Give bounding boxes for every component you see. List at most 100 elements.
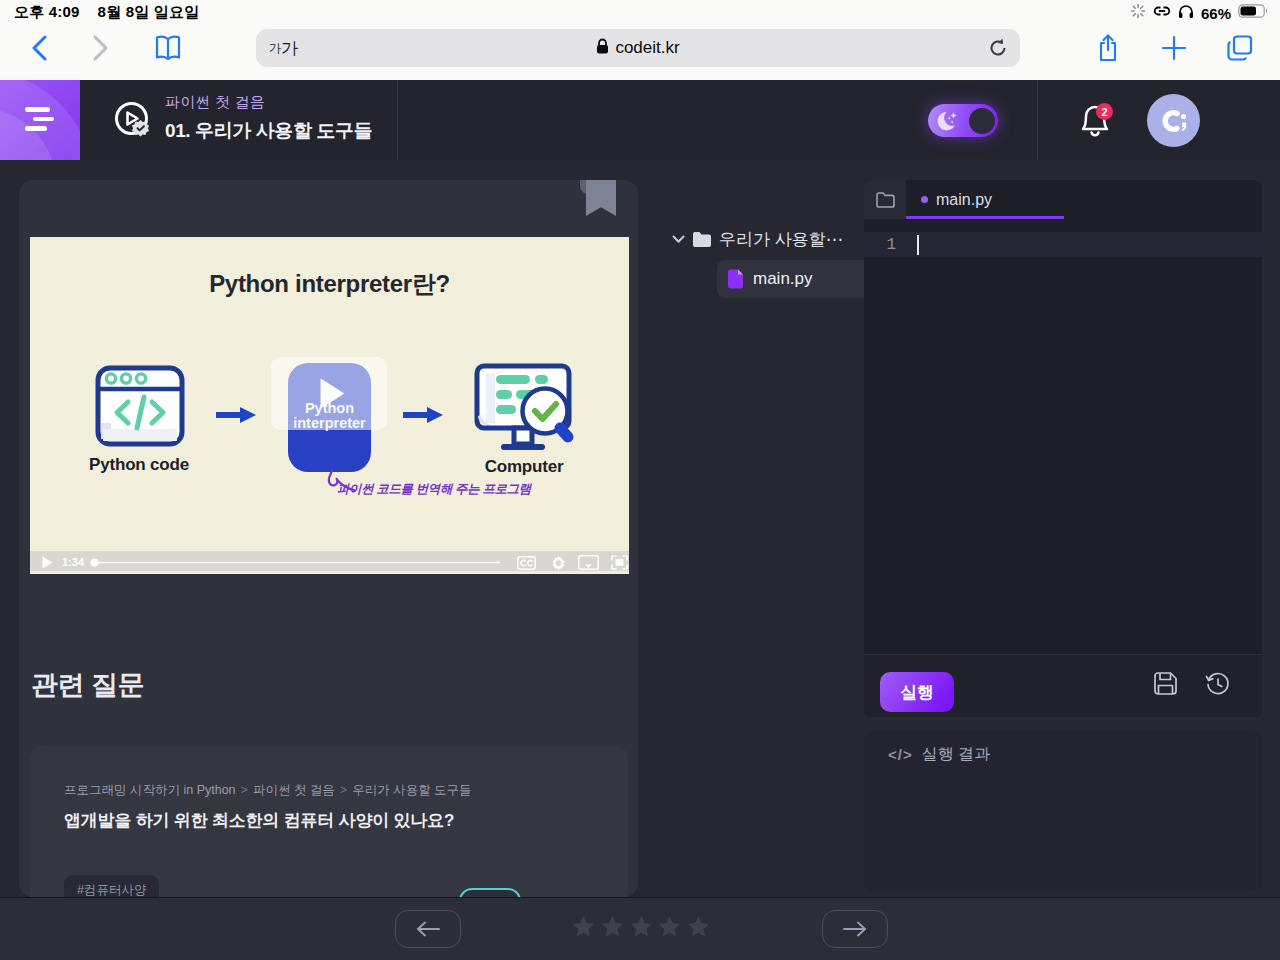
notification-badge: 2 bbox=[1096, 103, 1113, 120]
editor-tab-bar: main.py bbox=[864, 180, 1262, 219]
computer-label: Computer bbox=[454, 457, 594, 477]
play-button[interactable] bbox=[42, 556, 53, 569]
star-icon[interactable] bbox=[570, 914, 597, 941]
interpreter-annotation: 파이썬 코드를 번역해 주는 프로그램 bbox=[337, 481, 557, 498]
bookmarks-button[interactable] bbox=[152, 32, 184, 64]
profile-avatar[interactable] bbox=[1147, 94, 1200, 147]
url-text: codeit.kr bbox=[615, 38, 679, 58]
breadcrumb-chapter: 파이썬 첫 걸음 bbox=[253, 783, 335, 797]
code-editing-area[interactable] bbox=[864, 219, 1262, 654]
chevron-down-icon bbox=[672, 235, 685, 244]
breadcrumb-lesson: 우리가 사용할 도구들 bbox=[352, 783, 471, 797]
python-code-label: Python code bbox=[59, 455, 219, 475]
next-lesson-button[interactable] bbox=[822, 910, 888, 948]
codeit-logo-icon bbox=[1159, 107, 1189, 135]
safari-chrome: 오후 4:09 8월 8일 일요일 bbox=[0, 0, 1280, 80]
breadcrumb-separator: > bbox=[340, 783, 347, 797]
related-questions-heading: 관련 질문 bbox=[31, 667, 144, 703]
battery-percent: 66% bbox=[1201, 5, 1231, 22]
question-card[interactable]: 프로그래밍 시작하기 in Python > 파이썬 첫 걸음 > 우리가 사용할 도구… bbox=[30, 746, 628, 906]
sidebar-menu-button[interactable] bbox=[0, 80, 80, 160]
breadcrumb-course: 프로그래밍 시작하기 in Python bbox=[64, 783, 236, 797]
editor-tab-label: main.py bbox=[936, 191, 992, 209]
folder-icon bbox=[692, 231, 712, 248]
star-icon[interactable] bbox=[628, 914, 655, 941]
url-bar[interactable]: 가가 codeit.kr bbox=[256, 29, 1020, 67]
file-name: main.py bbox=[753, 269, 813, 289]
lesson-title: 01. 우리가 사용할 도구들 bbox=[165, 118, 372, 144]
video-controls: 1:34 bbox=[30, 551, 629, 574]
back-button[interactable] bbox=[24, 32, 56, 64]
tabs-button[interactable] bbox=[1224, 32, 1256, 64]
url-text-group: codeit.kr bbox=[256, 38, 1020, 59]
arrow-right-icon bbox=[403, 404, 443, 430]
toggle-knob bbox=[969, 108, 995, 134]
header-divider bbox=[397, 80, 398, 160]
forward-button[interactable] bbox=[84, 32, 116, 64]
history-button[interactable] bbox=[1205, 671, 1231, 697]
hotspot-link-icon bbox=[1153, 4, 1171, 22]
site-header: 파이썬 첫 걸음 01. 우리가 사용할 도구들 2 bbox=[0, 80, 1280, 160]
battery-icon bbox=[1238, 4, 1268, 22]
fullscreen-button[interactable] bbox=[611, 555, 628, 570]
editor-files-button[interactable] bbox=[864, 180, 906, 219]
arrow-right-icon bbox=[842, 921, 868, 937]
run-result-header: </> 실행 결과 bbox=[888, 744, 990, 765]
run-button[interactable]: 실행 bbox=[880, 672, 954, 712]
star-icon[interactable] bbox=[599, 914, 626, 941]
run-result-panel: </> 실행 결과 bbox=[864, 731, 1262, 891]
slide-title: Python interpreter란? bbox=[30, 268, 629, 300]
video-time: 1:34 bbox=[62, 556, 84, 568]
editor-run-bar: 실행 bbox=[864, 654, 1262, 717]
screen: 오후 4:09 8월 8일 일요일 bbox=[0, 0, 1280, 960]
editor-tab-mainpy[interactable]: main.py bbox=[906, 180, 1064, 219]
save-floppy-icon bbox=[1153, 671, 1178, 696]
progress-bar[interactable] bbox=[90, 558, 502, 567]
lesson-content-panel: Python interpreter란? bbox=[19, 180, 638, 897]
lesson-play-icon bbox=[109, 97, 157, 145]
status-time: 오후 4:09 bbox=[14, 3, 80, 20]
status-bar-left: 오후 4:09 8월 8일 일요일 bbox=[14, 3, 217, 22]
video-player[interactable]: Python interpreter란? bbox=[30, 237, 629, 574]
headphones-icon bbox=[1178, 4, 1194, 23]
python-code-icon bbox=[95, 365, 185, 451]
moon-icon bbox=[936, 109, 962, 137]
course-subtitle: 파이썬 첫 걸음 bbox=[165, 93, 372, 112]
captions-button[interactable] bbox=[517, 556, 536, 570]
new-tab-button[interactable] bbox=[1158, 32, 1190, 64]
unsaved-dot-icon bbox=[921, 196, 928, 203]
folder-name: 우리가 사용할⋯ bbox=[719, 228, 843, 251]
lesson-info[interactable]: 파이썬 첫 걸음 01. 우리가 사용할 도구들 bbox=[165, 93, 372, 144]
breadcrumb: 프로그래밍 시작하기 in Python > 파이썬 첫 걸음 > 우리가 사용할 도구… bbox=[64, 782, 472, 799]
breadcrumb-separator: > bbox=[241, 783, 248, 797]
lock-icon bbox=[596, 38, 609, 59]
pip-button[interactable] bbox=[578, 555, 599, 570]
question-title: 앱개발을 하기 위한 최소한의 컴퓨터 사양이 있나요? bbox=[64, 809, 454, 832]
lesson-nav-bar bbox=[0, 897, 1280, 960]
notifications-button[interactable]: 2 bbox=[1077, 101, 1117, 141]
file-tree-file-selected[interactable]: main.py bbox=[717, 260, 864, 298]
file-tree-folder[interactable]: 우리가 사용할⋯ bbox=[672, 222, 862, 256]
history-clock-icon bbox=[1205, 671, 1231, 697]
status-bar-right: 66% bbox=[1130, 3, 1268, 23]
big-play-button[interactable] bbox=[271, 357, 387, 430]
loading-spinner-icon bbox=[1130, 3, 1146, 23]
reader-text-size-control[interactable]: 가가 bbox=[269, 29, 298, 67]
star-icon[interactable] bbox=[685, 914, 712, 941]
bookmark-ribbon-icon[interactable] bbox=[586, 180, 616, 216]
file-icon bbox=[727, 269, 744, 289]
code-brackets-icon: </> bbox=[888, 746, 913, 763]
share-button[interactable] bbox=[1092, 32, 1124, 64]
save-button[interactable] bbox=[1153, 671, 1179, 697]
arrow-left-icon bbox=[415, 921, 441, 937]
code-editor-panel: main.py 1 실행 bbox=[864, 180, 1262, 717]
reload-button[interactable] bbox=[986, 36, 1010, 60]
status-date: 8월 8일 일요일 bbox=[98, 3, 200, 20]
star-icon[interactable] bbox=[656, 914, 683, 941]
folder-icon bbox=[876, 192, 895, 208]
lesson-rating bbox=[570, 914, 712, 944]
prev-lesson-button[interactable] bbox=[395, 910, 461, 948]
settings-gear-button[interactable] bbox=[551, 555, 566, 570]
hamburger-icon bbox=[25, 107, 55, 133]
dark-mode-toggle[interactable] bbox=[928, 104, 998, 137]
